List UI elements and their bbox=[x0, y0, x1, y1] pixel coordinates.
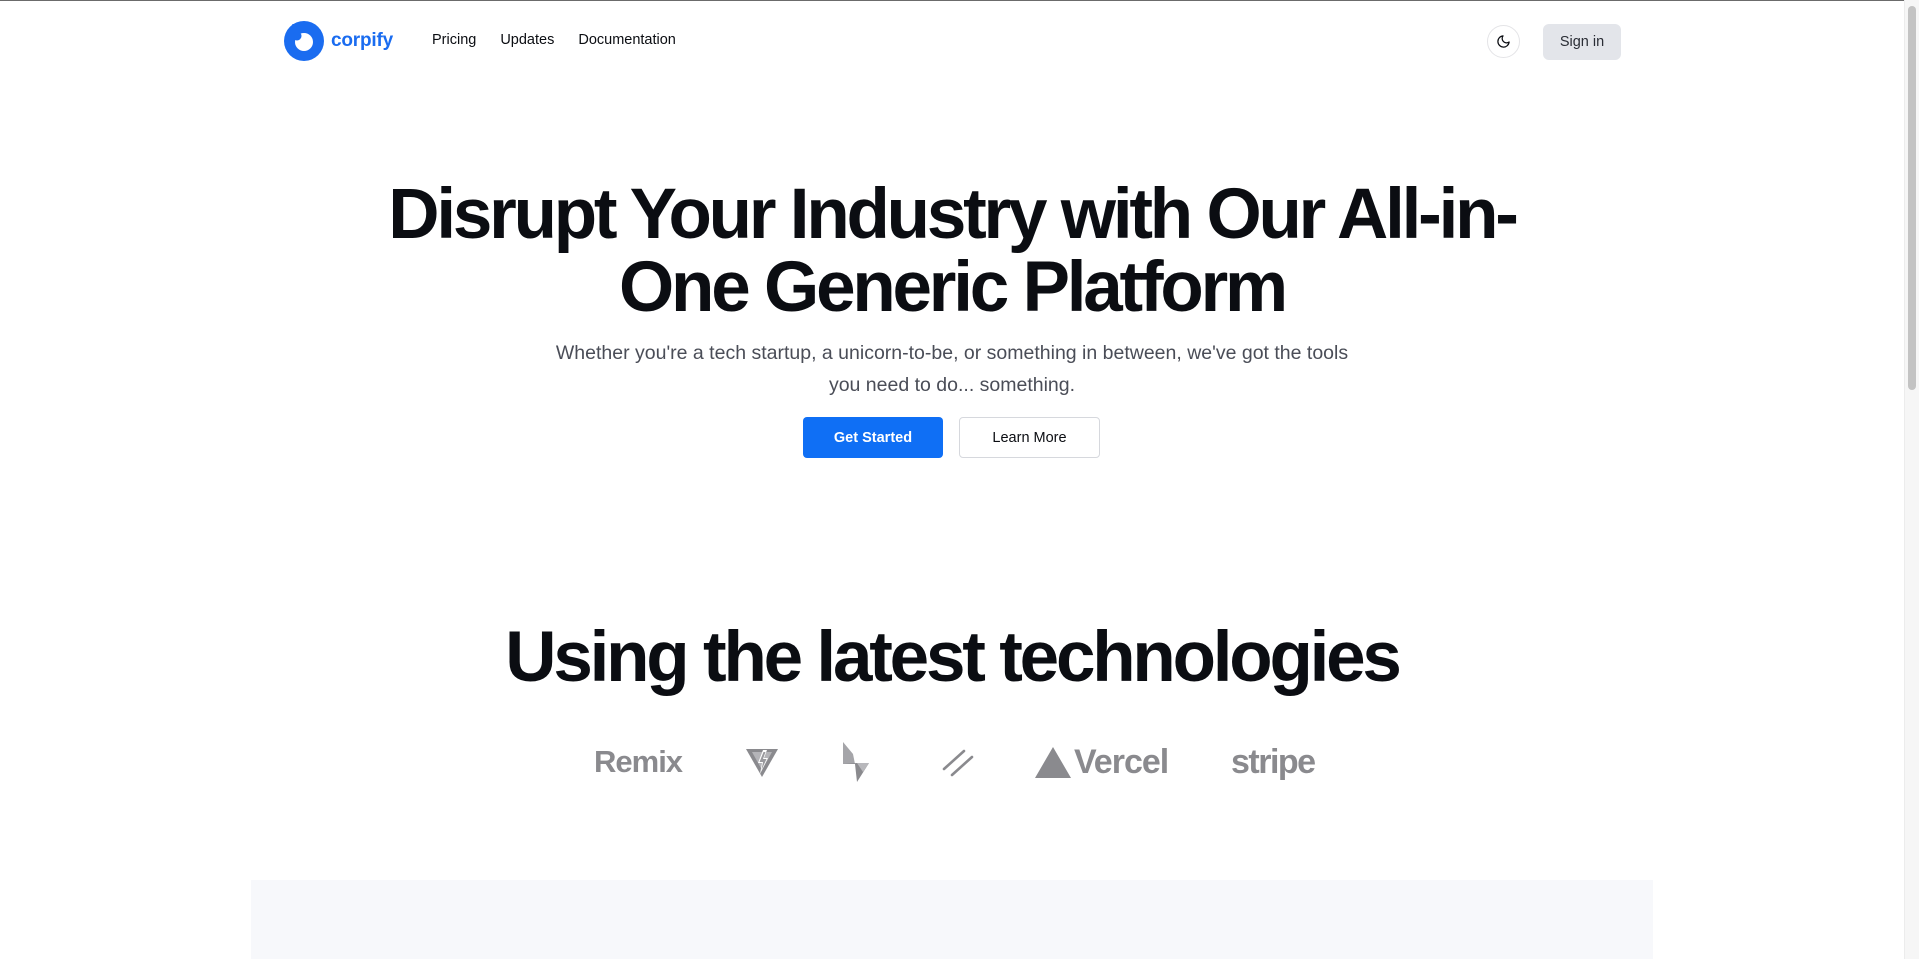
page-scrollbar[interactable] bbox=[1904, 0, 1919, 959]
double-slash-icon bbox=[942, 749, 974, 777]
scrollbar-thumb[interactable] bbox=[1908, 6, 1916, 390]
vercel-logo: Vercel bbox=[1034, 734, 1169, 790]
moon-icon bbox=[1497, 35, 1510, 48]
theme-toggle-button[interactable] bbox=[1487, 25, 1520, 58]
get-started-button[interactable]: Get Started bbox=[803, 417, 943, 458]
lightning-icon bbox=[843, 742, 869, 782]
sign-in-button[interactable]: Sign in bbox=[1543, 24, 1621, 60]
hero-subtitle: Whether you're a tech startup, a unicorn… bbox=[555, 342, 1349, 396]
slashes-logo bbox=[941, 734, 975, 790]
lightning-logo bbox=[833, 734, 879, 790]
vercel-triangle-icon bbox=[1035, 747, 1071, 778]
vite-logo bbox=[744, 734, 780, 790]
learn-more-button[interactable]: Learn More bbox=[959, 417, 1100, 458]
remix-logo-text: Remix bbox=[594, 744, 683, 779]
remix-logo: Remix bbox=[594, 734, 683, 790]
stripe-logo: stripe bbox=[1231, 734, 1316, 790]
nav-updates[interactable]: Updates bbox=[500, 32, 554, 48]
site-header: corpify Pricing Updates Documentation Si… bbox=[0, 1, 1904, 81]
brand-logo[interactable]: corpify bbox=[283, 20, 393, 62]
nav-pricing[interactable]: Pricing bbox=[432, 32, 476, 48]
vercel-logo-text: Vercel bbox=[1074, 742, 1169, 781]
nav-documentation[interactable]: Documentation bbox=[578, 32, 676, 48]
corpify-logo-icon bbox=[284, 21, 324, 61]
hero-title: Disrupt Your Industry with Our All-in-On… bbox=[388, 175, 1519, 327]
next-section-panel bbox=[251, 880, 1653, 959]
technology-logos: Remix Vercel stripe bbox=[0, 734, 1904, 790]
main-nav: Pricing Updates Documentation bbox=[432, 32, 676, 48]
technologies-title: Using the latest technologies bbox=[505, 618, 1402, 697]
vite-icon bbox=[746, 749, 778, 777]
brand-name: corpify bbox=[331, 30, 393, 51]
stripe-logo-text: stripe bbox=[1231, 742, 1316, 781]
